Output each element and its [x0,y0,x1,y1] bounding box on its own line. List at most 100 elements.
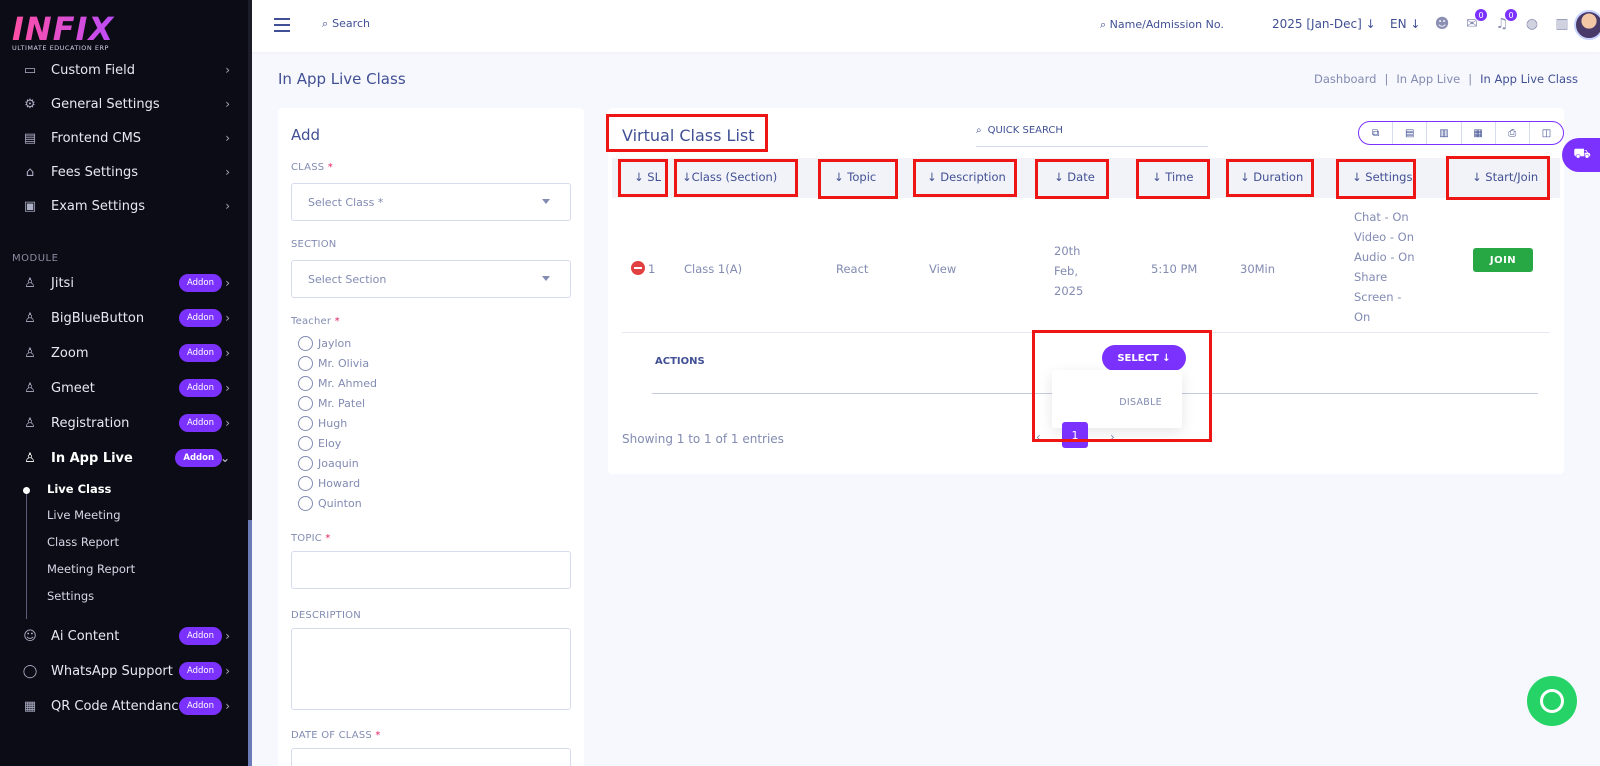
sidebar-item-label: BigBlueButton [51,310,145,326]
submenu-item-meeting-report[interactable]: Meeting Report [47,562,135,576]
remove-circle-icon[interactable] [631,261,645,275]
caret-down-icon [542,276,550,281]
column-header-class-section[interactable]: ↓Class (Section) [682,170,777,184]
column-header-settings[interactable]: ↓ Settings [1352,170,1412,184]
person-icon: ♙ [24,450,36,466]
teacher-radio-joaquin[interactable]: Joaquin [298,456,359,471]
dropdown-option-disable[interactable]: DISABLE [1119,397,1162,408]
robot-icon[interactable]: ☻ [1432,14,1452,34]
submenu-item-class-report[interactable]: Class Report [47,535,119,549]
sidebar-item-frontend-cms[interactable]: ▤ Frontend CMS › [0,123,252,153]
class-select[interactable]: Select Class * [291,183,571,221]
description-textarea[interactable] [291,628,571,710]
whatsapp-chat-button[interactable] [1527,676,1577,726]
sidebar-item-fees-settings[interactable]: ⌂ Fees Settings › [0,157,252,187]
logo[interactable]: INFIX ULTIMATE EDUCATION ERP [12,12,122,56]
column-header-description[interactable]: ↓ Description [927,170,1006,184]
breadcrumb: Dashboard | In App Live | In App Live Class [1314,72,1578,86]
academic-year-select[interactable]: 2025 [Jan-Dec] ↓ [1272,17,1376,31]
teacher-radio-patel[interactable]: Mr. Patel [298,396,365,411]
csv-icon[interactable]: ▥ [1427,122,1462,144]
column-header-duration[interactable]: ↓ Duration [1240,170,1303,184]
sidebar-item-bigbluebutton[interactable]: ♙ BigBlueButton Addon › [0,303,252,333]
addon-badge: Addon [178,627,222,645]
sidebar-item-label: Fees Settings [51,164,138,180]
sidebar-item-registration[interactable]: ♙ Registration Addon › [0,408,252,438]
quick-search-placeholder: QUICK SEARCH [987,125,1063,136]
logo-tagline: ULTIMATE EDUCATION ERP [12,44,109,52]
submenu-item-live-meeting[interactable]: Live Meeting [47,508,121,522]
language-select[interactable]: EN ↓ [1390,17,1420,31]
teacher-radio-hugh[interactable]: Hugh [298,416,347,431]
teacher-radio-howard[interactable]: Howard [298,476,360,491]
pagination-page-1[interactable]: 1 [1062,422,1088,448]
column-header-date[interactable]: ↓ Date [1054,170,1095,184]
sidebar-item-label: In App Live [51,450,133,466]
sort-arrow-icon: ↓ [1472,170,1482,184]
hamburger-menu-icon[interactable] [274,18,290,32]
select-action-button[interactable]: SELECT ↓ [1102,345,1186,371]
sidebar-item-label: General Settings [51,96,160,112]
gears-icon: ⚙ [24,96,36,112]
teacher-radio-quinton[interactable]: Quinton [298,496,362,511]
globe-icon[interactable]: ◍ [1522,14,1542,34]
radio-circle-icon [298,476,313,491]
submenu-item-settings[interactable]: Settings [47,589,94,603]
sidebar-item-qr-code-attendance[interactable]: ▦ QR Code Attendance Addon › [0,691,252,721]
print-icon[interactable]: ⎙ [1496,122,1530,144]
chevron-right-icon: › [225,276,230,290]
date-of-class-input[interactable] [291,748,571,766]
sidebar-item-zoom[interactable]: ♙ Zoom Addon › [0,338,252,368]
sidebar-item-general-settings[interactable]: ⚙ General Settings › [0,89,252,119]
chart-icon[interactable]: ▥ [1552,14,1572,34]
cell-description-view[interactable]: View [929,262,956,276]
teacher-radio-ahmed[interactable]: Mr. Ahmed [298,376,377,391]
addon-badge: Addon [178,414,222,432]
copy-icon[interactable]: ⧉ [1359,122,1394,144]
date-of-class-label: DATE OF CLASS * [291,730,381,741]
module-section-label: MODULE [12,253,59,264]
cart-icon[interactable]: ⛟ [1562,138,1600,172]
topic-input[interactable] [291,551,571,589]
sidebar-item-whatsapp-support[interactable]: ◯ WhatsApp Support Addon › [0,656,252,686]
sidebar-item-exam-settings[interactable]: ▣ Exam Settings › [0,191,252,221]
top-icons: ☻ ✉ 0 ♫ 0 ◍ ▥ [1432,8,1572,34]
submenu-item-live-class[interactable]: Live Class [23,482,111,496]
column-header-time[interactable]: ↓ Time [1152,170,1193,184]
teacher-radio-jaylon[interactable]: Jaylon [298,336,351,351]
column-header-start-join[interactable]: ↓ Start/Join [1472,170,1538,184]
column-header-sl[interactable]: ↓ SL [634,170,661,184]
chevron-down-icon: ⌄ [219,451,230,465]
sidebar-item-gmeet[interactable]: ♙ Gmeet Addon › [0,373,252,403]
top-search[interactable]: ⌕ Search [322,17,370,31]
page-title: In App Live Class [278,70,406,88]
lang-label: EN [1390,17,1407,31]
column-header-topic[interactable]: ↓ Topic [834,170,876,184]
avatar[interactable] [1574,10,1600,40]
sidebar-item-jitsi[interactable]: ♙ Jitsi Addon › [0,268,252,298]
breadcrumb-dashboard[interactable]: Dashboard [1314,72,1376,86]
section-select[interactable]: Select Section [291,260,571,298]
radio-circle-icon [298,356,313,371]
teacher-radio-eloy[interactable]: Eloy [298,436,341,451]
sidebar-item-label: Custom Field [51,62,135,78]
breadcrumb-in-app-live[interactable]: In App Live [1396,72,1460,86]
bell-icon[interactable]: ♫ 0 [1492,8,1518,34]
pdf-icon[interactable]: ▦ [1462,122,1496,144]
sidebar-item-ai-content[interactable]: ☺ Ai Content Addon › [0,621,252,651]
sidebar-item-in-app-live[interactable]: ♙ In App Live Addon ⌄ [0,443,252,473]
pagination-prev-icon[interactable]: ‹ [1036,430,1041,444]
chat-icon[interactable]: ✉ 0 [1462,8,1488,34]
excel-icon[interactable]: ▤ [1393,122,1428,144]
radio-circle-icon [298,396,313,411]
sidebar-item-custom-field[interactable]: ▭ Custom Field › [0,55,252,85]
join-button[interactable]: JOIN [1473,248,1533,272]
cell-settings: Chat - On Video - On Audio - On Share Scree… [1354,210,1415,324]
bank-icon: ⌂ [25,164,35,180]
columns-icon[interactable]: ◫ [1530,122,1563,144]
name-admission-search[interactable]: ⌕ Name/Admission No. [1100,18,1224,32]
pagination-next-icon[interactable]: › [1110,430,1115,444]
teacher-radio-olivia[interactable]: Mr. Olivia [298,356,369,371]
quick-search-input[interactable]: ⌕ QUICK SEARCH [976,121,1208,147]
addon-badge: Addon [175,449,222,467]
